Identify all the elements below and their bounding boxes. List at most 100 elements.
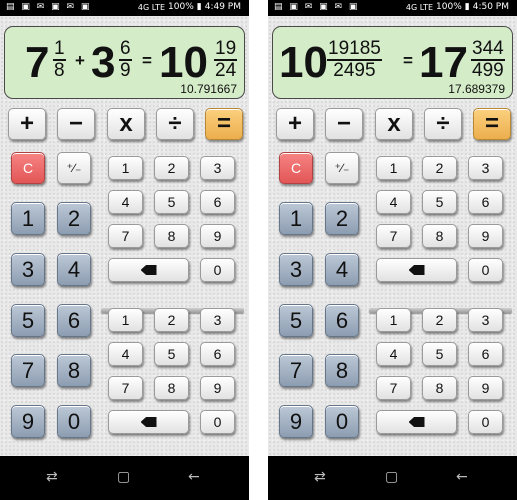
divide-button[interactable]: ÷	[424, 108, 462, 140]
denominator-digit-0[interactable]: 0	[200, 410, 235, 434]
equals-button[interactable]: =	[205, 108, 243, 140]
denominator-digit-9[interactable]: 9	[200, 376, 235, 400]
battery-icon: ▮	[196, 2, 202, 12]
denominator-digit-8[interactable]: 8	[422, 376, 457, 400]
minus-button[interactable]: −	[57, 108, 95, 140]
whole-digit-7[interactable]: 7	[279, 354, 313, 387]
denominator-digit-6[interactable]: 6	[200, 342, 235, 366]
numerator-digit-7[interactable]: 7	[376, 224, 411, 248]
denominator-digit-5[interactable]: 5	[422, 342, 457, 366]
operand-a-whole: 10	[279, 38, 328, 87]
denominator-digit-9[interactable]: 9	[468, 376, 503, 400]
whole-digit-9[interactable]: 9	[279, 405, 313, 438]
numerator-digit-1[interactable]: 1	[376, 156, 411, 180]
numerator-digit-4[interactable]: 4	[108, 190, 143, 214]
result-denominator: 24	[215, 60, 237, 81]
numerator-digit-9[interactable]: 9	[200, 224, 235, 248]
multiply-button[interactable]: x	[107, 108, 145, 140]
whole-digit-5[interactable]: 5	[11, 304, 45, 337]
denominator-digit-3[interactable]: 3	[468, 308, 503, 332]
denominator-digit-1[interactable]: 1	[108, 308, 143, 332]
whole-digit-9[interactable]: 9	[11, 405, 45, 438]
phone-left: ▤ ▣ ✉ ▣ ✉ ▣ 4G LTE 100% ▮ 4:49 PM 7 1 8 …	[0, 0, 249, 500]
denominator-digit-6[interactable]: 6	[468, 342, 503, 366]
numerator-digit-8[interactable]: 8	[422, 224, 457, 248]
numerator-digit-4[interactable]: 4	[376, 190, 411, 214]
whole-digit-2[interactable]: 2	[57, 202, 91, 235]
numerator-digit-5[interactable]: 5	[422, 190, 457, 214]
multiply-button[interactable]: x	[375, 108, 413, 140]
denominator-digit-4[interactable]: 4	[108, 342, 143, 366]
numerator-digit-9[interactable]: 9	[468, 224, 503, 248]
backspace-icon	[140, 417, 157, 427]
numerator-backspace-button[interactable]	[108, 258, 189, 282]
navigation-bar: ⇄ ▢ ←	[0, 456, 249, 500]
denominator-digit-8[interactable]: 8	[154, 376, 189, 400]
recent-apps-icon[interactable]: ⇄	[46, 469, 58, 485]
numerator-digit-3[interactable]: 3	[200, 156, 235, 180]
whole-digit-3[interactable]: 3	[11, 253, 45, 286]
clear-button[interactable]: C	[11, 152, 45, 184]
numerator-backspace-button[interactable]	[376, 258, 457, 282]
whole-digit-0[interactable]: 0	[57, 405, 91, 438]
denominator-digit-1[interactable]: 1	[376, 308, 411, 332]
signal-icon: 4G LTE	[405, 2, 434, 12]
equals-button[interactable]: =	[473, 108, 511, 140]
minus-button[interactable]: −	[325, 108, 363, 140]
whole-digit-4[interactable]: 4	[57, 253, 91, 286]
operand-a-denominator: 8	[54, 60, 65, 81]
whole-digit-8[interactable]: 8	[325, 354, 359, 387]
back-icon[interactable]: ←	[188, 469, 200, 485]
numerator-digit-1[interactable]: 1	[108, 156, 143, 180]
denominator-digit-3[interactable]: 3	[200, 308, 235, 332]
numerator-digit-0[interactable]: 0	[468, 258, 503, 282]
denominator-digit-7[interactable]: 7	[376, 376, 411, 400]
numerator-digit-2[interactable]: 2	[154, 156, 189, 180]
denominator-digit-0[interactable]: 0	[468, 410, 503, 434]
denominator-backspace-button[interactable]	[108, 410, 189, 434]
clear-button[interactable]: C	[279, 152, 313, 184]
status-time: 4:50 PM	[472, 2, 509, 12]
denominator-digit-7[interactable]: 7	[108, 376, 143, 400]
plus-minus-button[interactable]: ⁺∕₋	[57, 152, 91, 184]
denominator-backspace-button[interactable]	[376, 410, 457, 434]
home-icon[interactable]: ▢	[117, 469, 130, 485]
denominator-digit-2[interactable]: 2	[154, 308, 189, 332]
numerator-digit-5[interactable]: 5	[154, 190, 189, 214]
plus-button[interactable]: +	[8, 108, 46, 140]
divide-button[interactable]: ÷	[156, 108, 194, 140]
denominator-digit-5[interactable]: 5	[154, 342, 189, 366]
whole-digit-7[interactable]: 7	[11, 354, 45, 387]
whole-digit-3[interactable]: 3	[279, 253, 313, 286]
result-fraction: 19 24	[214, 39, 238, 81]
operand-a-fraction: 1 8	[53, 39, 66, 81]
whole-digit-5[interactable]: 5	[279, 304, 313, 337]
equals-sign: =	[142, 51, 152, 70]
numerator-digit-6[interactable]: 6	[200, 190, 235, 214]
whole-digit-2[interactable]: 2	[325, 202, 359, 235]
numerator-digit-7[interactable]: 7	[108, 224, 143, 248]
numerator-digit-2[interactable]: 2	[422, 156, 457, 180]
denominator-digit-4[interactable]: 4	[376, 342, 411, 366]
whole-digit-6[interactable]: 6	[325, 304, 359, 337]
denominator-digit-2[interactable]: 2	[422, 308, 457, 332]
whole-digit-1[interactable]: 1	[11, 202, 45, 235]
whole-digit-8[interactable]: 8	[57, 354, 91, 387]
plus-button[interactable]: +	[276, 108, 314, 140]
whole-digit-0[interactable]: 0	[325, 405, 359, 438]
numerator-digit-3[interactable]: 3	[468, 156, 503, 180]
whole-digit-6[interactable]: 6	[57, 304, 91, 337]
numerator-digit-8[interactable]: 8	[154, 224, 189, 248]
whole-digit-1[interactable]: 1	[279, 202, 313, 235]
home-icon[interactable]: ▢	[385, 469, 398, 485]
back-icon[interactable]: ←	[456, 469, 468, 485]
operand-a-numerator: 19185	[327, 38, 382, 61]
numerator-digit-0[interactable]: 0	[200, 258, 235, 282]
calculator: 7 1 8 + 3 6 9 = 10 19 24 10.791667 + − x…	[0, 16, 249, 456]
whole-digit-4[interactable]: 4	[325, 253, 359, 286]
battery-percent: 100%	[168, 2, 194, 12]
operand-a-fraction: 19185 2495	[327, 39, 382, 81]
plus-minus-button[interactable]: ⁺∕₋	[325, 152, 359, 184]
numerator-digit-6[interactable]: 6	[468, 190, 503, 214]
recent-apps-icon[interactable]: ⇄	[314, 469, 326, 485]
